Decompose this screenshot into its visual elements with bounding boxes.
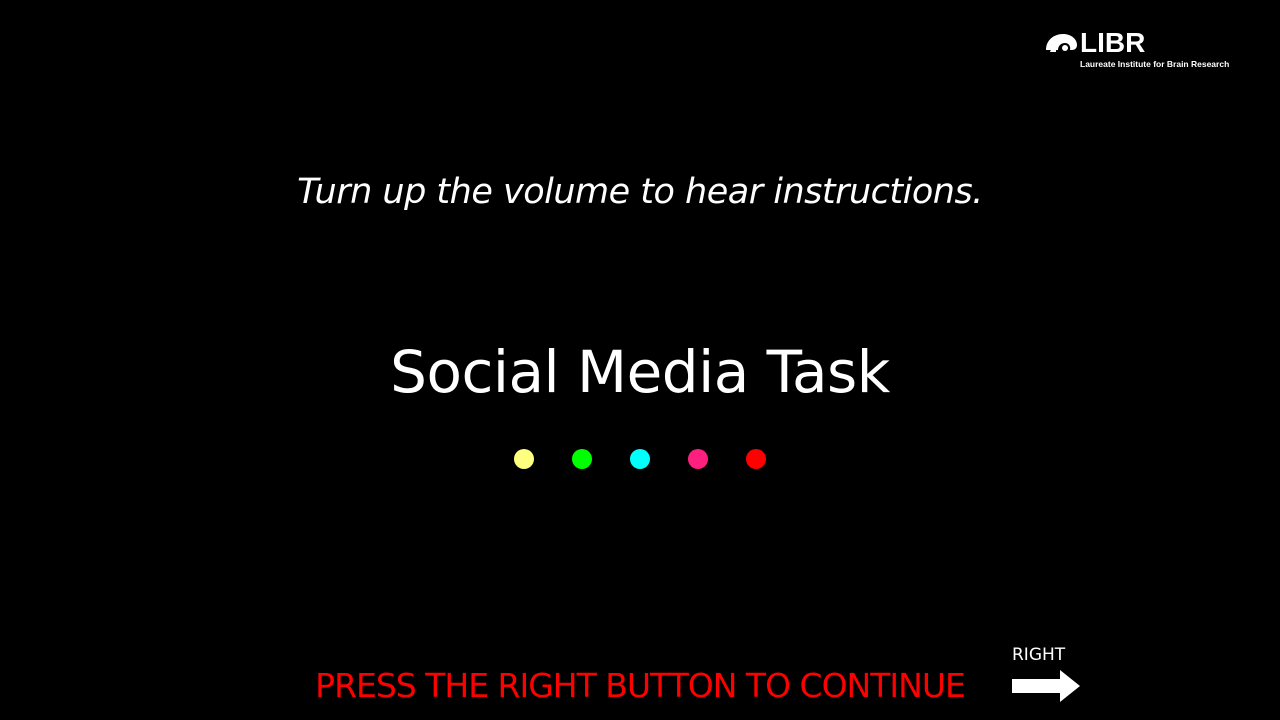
logo-wordmark: LIBR	[1080, 27, 1146, 58]
color-dot	[514, 449, 534, 469]
color-dot	[688, 449, 708, 469]
right-arrow-icon[interactable]	[1012, 670, 1080, 702]
logo-subtitle: Laureate Institute for Brain Research	[1080, 59, 1230, 69]
slide-screen: LIBR Laureate Institute for Brain Resear…	[0, 0, 1280, 720]
color-dot	[630, 449, 650, 469]
right-button-label: RIGHT	[1012, 645, 1066, 665]
color-dot	[746, 449, 766, 469]
task-title: Social Media Task	[390, 338, 890, 406]
volume-instruction: Turn up the volume to hear instructions.	[297, 172, 983, 212]
brain-icon	[1046, 34, 1077, 52]
color-dots	[514, 449, 766, 469]
color-dot	[572, 449, 592, 469]
continue-prompt: PRESS THE RIGHT BUTTON TO CONTINUE	[0, 664, 1280, 708]
continue-prompt-text: PRESS THE RIGHT BUTTON TO CONTINUE	[315, 666, 966, 705]
libr-logo: LIBR Laureate Institute for Brain Resear…	[1044, 27, 1234, 72]
